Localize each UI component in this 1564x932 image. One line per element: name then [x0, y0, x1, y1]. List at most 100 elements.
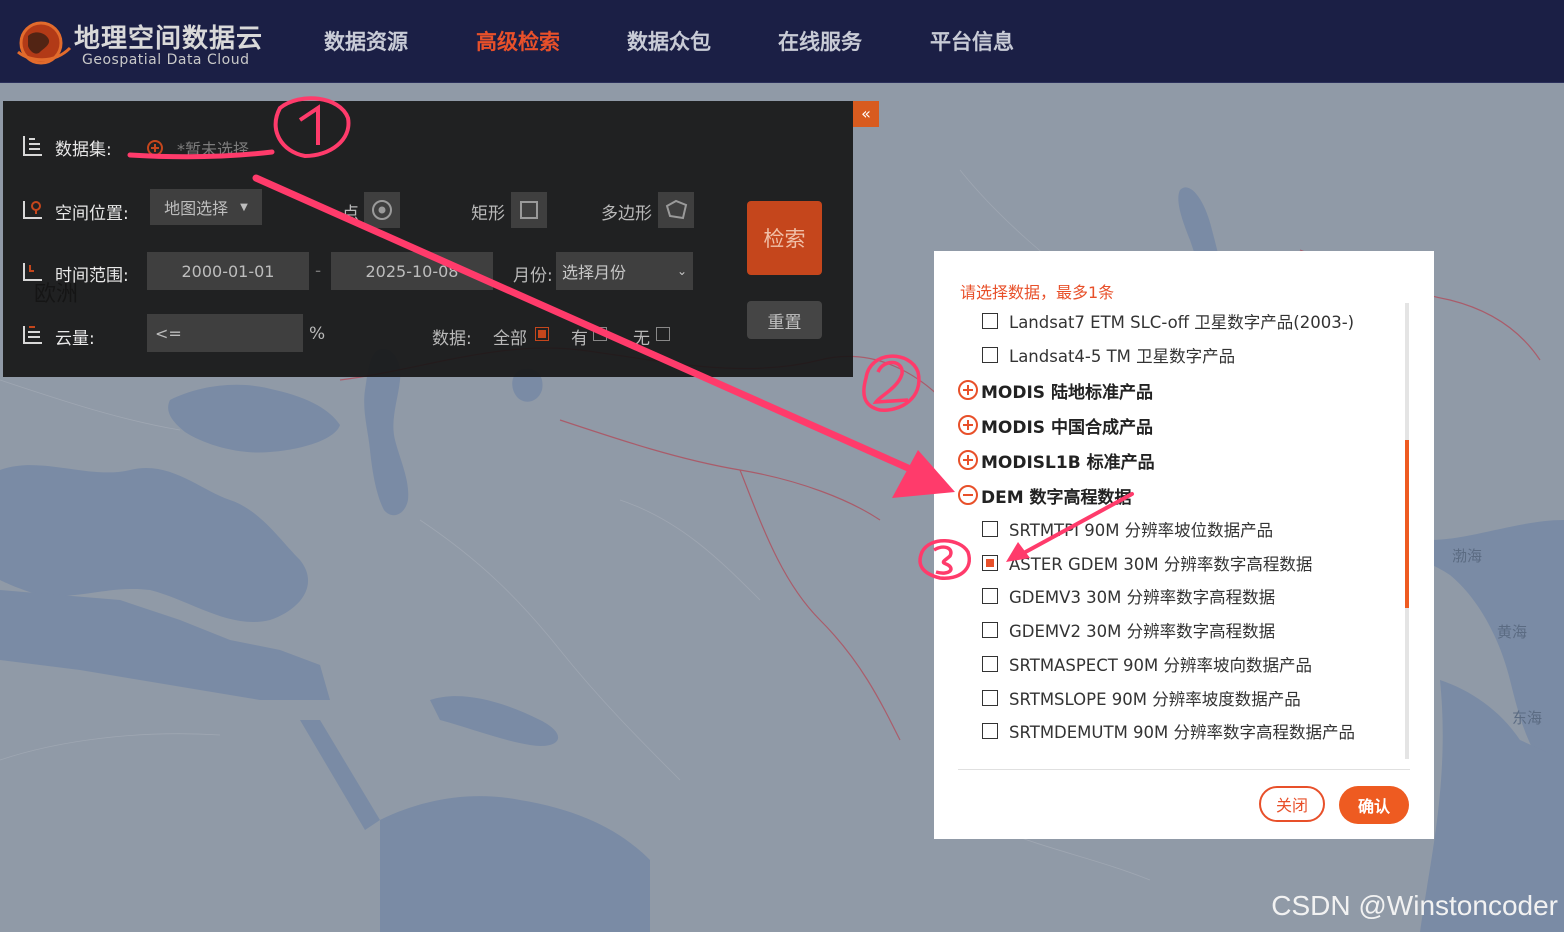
dataset-label: 数据集:	[55, 140, 112, 160]
rectangle-button[interactable]	[511, 192, 547, 228]
expand-plus-icon[interactable]	[958, 450, 978, 470]
checkbox[interactable]	[982, 622, 998, 638]
start-date-input[interactable]: 2000-01-01	[147, 252, 309, 290]
end-date-input[interactable]: 2025-10-08	[331, 252, 493, 290]
list-scrollbar-thumb[interactable]	[1405, 440, 1409, 608]
list-item-srtmtpi[interactable]: SRTMTPI 90M 分辨率坡位数据产品	[982, 517, 1273, 541]
nav-advanced-search[interactable]: 高级检索	[476, 26, 560, 56]
list-item-aster-gdem[interactable]: ASTER GDEM 30M 分辨率数字高程数据	[982, 551, 1312, 575]
time-icon	[23, 263, 42, 281]
data-all-checkbox[interactable]	[535, 327, 549, 341]
data-has-checkbox[interactable]	[593, 327, 607, 341]
group-label: MODIS 中国合成产品	[981, 417, 1153, 438]
location-icon	[23, 201, 42, 219]
map-select-dropdown[interactable]: 地图选择 ▼	[150, 189, 262, 225]
close-button[interactable]: 关闭	[1259, 786, 1325, 822]
cloud-icon	[23, 326, 42, 344]
watermark: CSDN @Winstoncoder	[1271, 890, 1558, 921]
list-item-gdemv3[interactable]: GDEMV3 30M 分辨率数字高程数据	[982, 584, 1275, 608]
dataset-list[interactable]: Landsat7 ETM SLC-off 卫星数字产品(2003-) Lands…	[934, 303, 1434, 759]
checkbox-checked[interactable]	[982, 555, 998, 571]
group-label: MODIS 陆地标准产品	[981, 382, 1153, 403]
dialog-divider	[958, 769, 1410, 770]
point-icon	[372, 200, 392, 220]
group-modis-standard[interactable]: MODIS 陆地标准产品	[958, 377, 1153, 403]
data-all-label: 全部	[493, 329, 527, 349]
expand-plus-icon[interactable]	[958, 380, 978, 400]
add-dataset-icon[interactable]	[146, 139, 164, 157]
group-modis-china[interactable]: MODIS 中国合成产品	[958, 412, 1153, 438]
list-item-label: SRTMASPECT 90M 分辨率坡向数据产品	[1009, 656, 1313, 675]
polygon-label: 多边形	[601, 204, 652, 224]
cloud-unit: %	[309, 324, 326, 344]
point-button[interactable]	[364, 192, 400, 228]
dialog-title: 请选择数据，最多1条	[960, 283, 1115, 302]
nav-crowdsourcing[interactable]: 数据众包	[627, 26, 711, 56]
dataset-select-dialog: 请选择数据，最多1条 Landsat7 ETM SLC-off 卫星数字产品(2…	[934, 251, 1434, 839]
group-dem[interactable]: DEM 数字高程数据	[958, 482, 1132, 508]
month-select[interactable]: 选择月份 ⌄	[556, 252, 693, 290]
point-label: 点	[342, 204, 359, 224]
checkbox[interactable]	[982, 690, 998, 706]
list-item-srtmdemutm[interactable]: SRTMDEMUTM 90M 分辨率数字高程数据产品	[982, 719, 1355, 743]
data-none-checkbox[interactable]	[656, 327, 670, 341]
checkbox[interactable]	[982, 656, 998, 672]
list-item-srtmslope[interactable]: SRTMSLOPE 90M 分辨率坡度数据产品	[982, 686, 1301, 710]
list-item-label: ASTER GDEM 30M 分辨率数字高程数据	[1009, 555, 1313, 574]
list-item-landsat7[interactable]: Landsat7 ETM SLC-off 卫星数字产品(2003-)	[982, 309, 1354, 333]
data-filter-label: 数据:	[432, 329, 472, 349]
location-label: 空间位置:	[55, 204, 129, 224]
list-item-landsat45[interactable]: Landsat4-5 TM 卫星数字产品	[982, 343, 1235, 367]
list-item-label: SRTMDEMUTM 90M 分辨率数字高程数据产品	[1009, 723, 1356, 742]
checkbox[interactable]	[982, 313, 998, 329]
nav-data-resources[interactable]: 数据资源	[324, 26, 408, 56]
list-item-srtmaspect[interactable]: SRTMASPECT 90M 分辨率坡向数据产品	[982, 652, 1312, 676]
list-item-gdemv2[interactable]: GDEMV2 30M 分辨率数字高程数据	[982, 618, 1275, 642]
logo-title-cn: 地理空间数据云	[74, 24, 264, 54]
checkbox[interactable]	[982, 588, 998, 604]
group-modisl1b[interactable]: MODISL1B 标准产品	[958, 447, 1155, 473]
map-label-east-sea: 东海	[1512, 709, 1543, 727]
map-label-bohai: 渤海	[1452, 547, 1483, 565]
collapse-panel-button[interactable]: «	[853, 101, 879, 127]
polygon-button[interactable]	[658, 192, 694, 228]
collapse-minus-icon[interactable]	[958, 485, 978, 505]
date-separator: -	[315, 261, 322, 281]
dropdown-caret-icon: ▼	[240, 201, 248, 213]
nav-online-services[interactable]: 在线服务	[778, 26, 862, 56]
globe-logo-icon[interactable]	[14, 18, 72, 68]
group-label: DEM 数字高程数据	[981, 487, 1132, 508]
confirm-button[interactable]: 确认	[1339, 786, 1409, 824]
reset-button[interactable]: 重置	[747, 301, 822, 339]
checkbox[interactable]	[982, 723, 998, 739]
search-panel: 数据集: *暂未选择 空间位置: 地图选择 ▼ 点 矩形 多边形 时间范围: 2…	[3, 101, 853, 377]
rectangle-icon	[520, 201, 538, 219]
month-label: 月份:	[513, 266, 553, 286]
nav-platform-info[interactable]: 平台信息	[930, 26, 1014, 56]
top-navigation-bar: 地理空间数据云 Geospatial Data Cloud 数据资源 高级检索 …	[0, 0, 1564, 83]
month-select-value: 选择月份	[562, 263, 627, 282]
search-button[interactable]: 检索	[747, 201, 822, 275]
list-item-label: GDEMV2 30M 分辨率数字高程数据	[1009, 622, 1276, 641]
dataset-icon	[23, 136, 42, 156]
group-label: MODISL1B 标准产品	[981, 452, 1155, 473]
rect-label: 矩形	[471, 204, 505, 224]
chevron-down-icon: ⌄	[676, 264, 687, 278]
cloud-label: 云量:	[55, 329, 95, 349]
checkbox[interactable]	[982, 347, 998, 363]
list-item-label: Landsat4-5 TM 卫星数字产品	[1009, 347, 1236, 366]
expand-plus-icon[interactable]	[958, 415, 978, 435]
cloud-input[interactable]: <=	[147, 314, 303, 352]
map-select-value: 地图选择	[164, 199, 229, 218]
list-item-label: SRTMSLOPE 90M 分辨率坡度数据产品	[1009, 690, 1301, 709]
map-label-yellow-sea: 黄海	[1497, 623, 1528, 641]
data-has-label: 有	[571, 329, 588, 349]
list-item-label: GDEMV3 30M 分辨率数字高程数据	[1009, 588, 1276, 607]
logo-title-en: Geospatial Data Cloud	[82, 52, 250, 68]
dataset-placeholder[interactable]: *暂未选择	[177, 136, 249, 160]
checkbox[interactable]	[982, 521, 998, 537]
data-none-label: 无	[633, 329, 650, 349]
time-label: 时间范围:	[55, 266, 129, 286]
polygon-icon	[665, 199, 688, 220]
list-item-label: SRTMTPI 90M 分辨率坡位数据产品	[1009, 521, 1274, 540]
